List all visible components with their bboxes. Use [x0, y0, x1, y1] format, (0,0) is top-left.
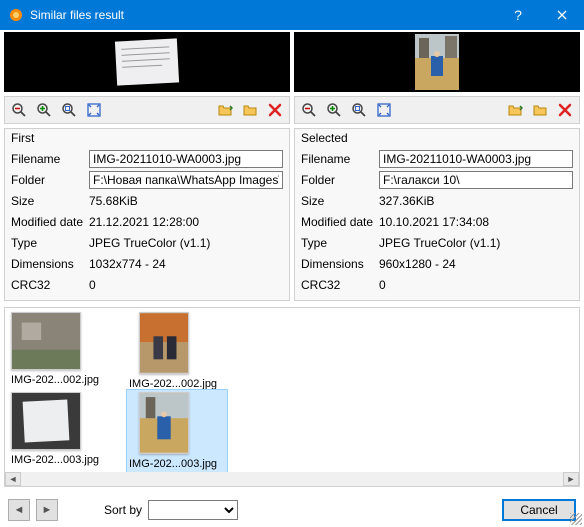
crc-value: 0 [89, 278, 283, 292]
folder-label: Folder [301, 173, 379, 187]
prev-button[interactable]: ◄ [8, 499, 30, 521]
list-item[interactable]: IMG-202...002.jpg [129, 312, 229, 390]
filename-field[interactable] [89, 150, 283, 168]
toolbar-first [4, 96, 290, 124]
zoom-in-icon[interactable] [32, 99, 56, 121]
scroll-right-icon[interactable]: ► [563, 472, 579, 486]
toolbar-row [0, 94, 584, 126]
filename-label: Filename [11, 152, 89, 166]
zoom-out-icon[interactable] [7, 99, 31, 121]
filename-label: Filename [301, 152, 379, 166]
zoom-in-icon[interactable] [322, 99, 346, 121]
preview-first[interactable] [4, 32, 290, 92]
list-item[interactable]: IMG-202...002.jpg [11, 312, 111, 390]
size-label: Size [11, 194, 89, 208]
close-button[interactable] [540, 0, 584, 30]
thumb-caption: IMG-202...002.jpg [11, 374, 111, 386]
size-label: Size [301, 194, 379, 208]
resize-grip-icon[interactable] [570, 513, 582, 525]
titlebar: Similar files result ? [0, 0, 584, 30]
thumbnail-gallery: IMG-202...002.jpg IMG-202...002.jpg IMG-… [4, 307, 580, 487]
filename-field[interactable] [379, 150, 573, 168]
sortby-select[interactable] [148, 500, 238, 520]
type-value: JPEG TrueColor (v1.1) [379, 236, 573, 250]
horizontal-scrollbar[interactable]: ◄ ► [5, 472, 579, 486]
pane-first: First Filename Folder Size75.68KiB Modif… [4, 128, 290, 301]
dimensions-value: 1032x774 - 24 [89, 257, 283, 271]
type-label: Type [11, 236, 89, 250]
size-value: 75.68KiB [89, 194, 283, 208]
scroll-track[interactable] [21, 472, 563, 486]
open-file-icon[interactable] [238, 99, 262, 121]
modified-value: 21.12.2021 12:28:00 [89, 215, 283, 229]
preview-selected[interactable] [294, 32, 580, 92]
dimensions-value: 960x1280 - 24 [379, 257, 573, 271]
scroll-left-icon[interactable]: ◄ [5, 472, 21, 486]
zoom-actual-icon[interactable] [347, 99, 371, 121]
next-button[interactable]: ► [36, 499, 58, 521]
pane-selected: Selected Filename Folder Size327.36KiB M… [294, 128, 580, 301]
folder-field[interactable] [89, 171, 283, 189]
modified-label: Modified date [301, 215, 379, 229]
app-icon [8, 7, 24, 23]
pane-heading: First [11, 131, 283, 145]
delete-icon[interactable] [263, 99, 287, 121]
cancel-button[interactable]: Cancel [502, 499, 576, 521]
size-value: 327.36KiB [379, 194, 573, 208]
preview-row [0, 30, 584, 94]
zoom-fit-icon[interactable] [82, 99, 106, 121]
list-item[interactable]: IMG-202...003.jpg [11, 392, 111, 470]
zoom-out-icon[interactable] [297, 99, 321, 121]
footer: ◄ ► Sort by Cancel [0, 493, 584, 527]
info-panes: First Filename Folder Size75.68KiB Modif… [0, 126, 584, 307]
crc-label: CRC32 [301, 278, 379, 292]
dimensions-label: Dimensions [301, 257, 379, 271]
open-folder-icon[interactable] [503, 99, 527, 121]
delete-icon[interactable] [553, 99, 577, 121]
folder-label: Folder [11, 173, 89, 187]
crc-label: CRC32 [11, 278, 89, 292]
type-value: JPEG TrueColor (v1.1) [89, 236, 283, 250]
list-item[interactable]: IMG-202...003.jpg [127, 390, 227, 472]
dimensions-label: Dimensions [11, 257, 89, 271]
thumb-caption: IMG-202...003.jpg [11, 454, 111, 466]
modified-value: 10.10.2021 17:34:08 [379, 215, 573, 229]
zoom-actual-icon[interactable] [57, 99, 81, 121]
open-file-icon[interactable] [528, 99, 552, 121]
toolbar-selected [294, 96, 580, 124]
crc-value: 0 [379, 278, 573, 292]
help-button[interactable]: ? [496, 0, 540, 30]
open-folder-icon[interactable] [213, 99, 237, 121]
zoom-fit-icon[interactable] [372, 99, 396, 121]
folder-field[interactable] [379, 171, 573, 189]
type-label: Type [301, 236, 379, 250]
thumb-caption: IMG-202...002.jpg [129, 378, 229, 390]
modified-label: Modified date [11, 215, 89, 229]
window-title: Similar files result [30, 8, 496, 22]
pane-heading: Selected [301, 131, 573, 145]
sortby-label: Sort by [104, 503, 142, 517]
thumb-caption: IMG-202...003.jpg [129, 458, 225, 470]
